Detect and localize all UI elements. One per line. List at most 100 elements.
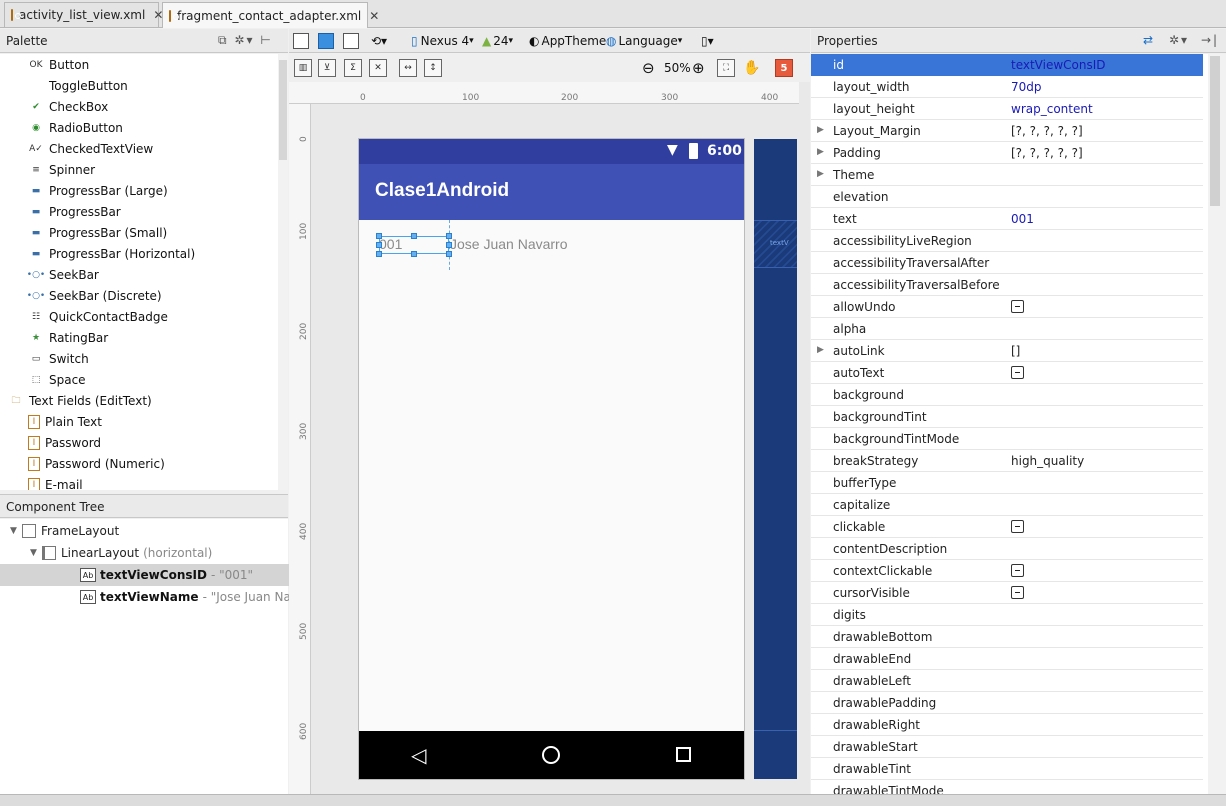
zoom-out-button[interactable]: ⊖ xyxy=(642,59,655,77)
sigma-icon[interactable]: Σ xyxy=(344,59,362,77)
expand-vertical-icon[interactable]: ↕ xyxy=(424,59,442,77)
palette-item[interactable]: I Password xyxy=(28,432,101,453)
property-row[interactable]: accessibilityTraversalBefore xyxy=(811,274,1203,296)
property-row[interactable]: capitalize xyxy=(811,494,1203,516)
property-row[interactable]: cursorVisible xyxy=(811,582,1203,604)
expand-horizontal-icon[interactable]: ↔ xyxy=(399,59,417,77)
property-row[interactable]: layout_width 70dp xyxy=(811,76,1203,98)
tab-fragment-contact-adapter[interactable]: fragment_contact_adapter.xml ✕ xyxy=(162,2,379,28)
property-row[interactable]: bufferType xyxy=(811,472,1203,494)
resize-handle[interactable] xyxy=(376,242,382,248)
property-row[interactable]: ▶ Padding [?, ?, ?, ?, ?] xyxy=(811,142,1203,164)
gear-icon[interactable]: ✲▾ xyxy=(1169,33,1189,47)
tree-node[interactable]: Ab textViewConsID - "001" xyxy=(0,564,338,586)
property-row[interactable]: text 001 xyxy=(811,208,1203,230)
collapse-icon[interactable]: ⧉ xyxy=(218,33,229,47)
expand-arrow-icon[interactable]: ▶ xyxy=(817,345,824,355)
palette-item[interactable]: ▬ ProgressBar (Large) xyxy=(28,180,168,201)
gear-icon[interactable]: ✲▾ xyxy=(234,33,254,47)
property-row[interactable]: ▶ autoLink [] xyxy=(811,340,1203,362)
properties-scrollbar-thumb[interactable] xyxy=(1210,56,1220,206)
property-row[interactable]: drawableStart xyxy=(811,736,1203,758)
property-row[interactable]: digits xyxy=(811,604,1203,626)
palette-item[interactable]: ▬ ProgressBar (Horizontal) xyxy=(28,243,195,264)
design-view-button[interactable] xyxy=(293,32,309,50)
property-value[interactable]: wrap_content xyxy=(1011,102,1093,116)
property-row[interactable]: drawablePadding xyxy=(811,692,1203,714)
tab-activity-list-view[interactable]: activity_list_view.xml ✕ xyxy=(4,2,163,27)
tree-node[interactable]: ▼ LinearLayout (horizontal) xyxy=(0,542,318,564)
property-row[interactable]: alpha xyxy=(811,318,1203,340)
tristate-checkbox[interactable] xyxy=(1011,586,1024,599)
property-row[interactable]: accessibilityTraversalAfter xyxy=(811,252,1203,274)
resize-handle[interactable] xyxy=(411,251,417,257)
resize-handle[interactable] xyxy=(376,251,382,257)
palette-item[interactable]: OK Button xyxy=(28,54,90,75)
tristate-checkbox[interactable] xyxy=(1011,520,1024,533)
palette-item[interactable]: I E-mail xyxy=(28,474,83,490)
resize-handle[interactable] xyxy=(446,242,452,248)
expand-arrow-icon[interactable]: ▶ xyxy=(817,147,824,157)
palette-item[interactable]: I Plain Text xyxy=(28,411,102,432)
swap-view-icon[interactable]: ⇄ xyxy=(1143,33,1155,47)
blueprint-preview[interactable]: textV xyxy=(754,139,797,779)
palette-item[interactable]: ✔ CheckBox xyxy=(28,96,108,117)
device-frame-button[interactable]: ▯▾ xyxy=(701,32,714,50)
property-row[interactable]: allowUndo xyxy=(811,296,1203,318)
property-row[interactable]: drawableRight xyxy=(811,714,1203,736)
property-row[interactable]: breakStrategy high_quality xyxy=(811,450,1203,472)
property-row[interactable]: background xyxy=(811,384,1203,406)
blueprint-view-button[interactable] xyxy=(318,32,334,50)
pan-hand-icon[interactable]: ✋ xyxy=(743,59,760,77)
property-row[interactable]: layout_height wrap_content xyxy=(811,98,1203,120)
property-row[interactable]: contextClickable xyxy=(811,560,1203,582)
palette-item[interactable]: •○• SeekBar xyxy=(27,264,99,285)
palette-item[interactable]: ▬ ProgressBar (Small) xyxy=(28,222,168,243)
property-value[interactable]: 70dp xyxy=(1011,80,1042,94)
resize-handle[interactable] xyxy=(446,233,452,239)
close-icon[interactable]: ✕ xyxy=(369,9,379,23)
palette-item[interactable]: ▭ Switch xyxy=(28,348,89,369)
palette-scrollbar-thumb[interactable] xyxy=(279,60,287,160)
property-row[interactable]: contentDescription xyxy=(811,538,1203,560)
palette-item[interactable]: ▬ ProgressBar xyxy=(28,201,121,222)
property-row[interactable]: id textViewConsID xyxy=(811,54,1203,76)
palette-item[interactable]: 🗀 Text Fields (EditText) xyxy=(8,390,151,411)
palette-item[interactable]: ◉ RadioButton xyxy=(28,117,123,138)
theme-selector[interactable]: ◐ AppTheme xyxy=(529,32,606,50)
property-row[interactable]: ▶ Theme xyxy=(811,164,1203,186)
palette-item[interactable]: ToggleButton xyxy=(28,75,128,96)
property-row[interactable]: drawableLeft xyxy=(811,670,1203,692)
resize-handle[interactable] xyxy=(376,233,382,239)
palette-item[interactable]: A✓ CheckedTextView xyxy=(28,138,153,159)
property-row[interactable]: drawableTint xyxy=(811,758,1203,780)
palette-item[interactable]: ☷ QuickContactBadge xyxy=(28,306,168,327)
api-selector[interactable]: ▲ 24 ▾ xyxy=(482,32,513,50)
resize-handle[interactable] xyxy=(411,233,417,239)
home-icon[interactable] xyxy=(542,746,560,764)
property-row[interactable]: ▶ Layout_Margin [?, ?, ?, ?, ?] xyxy=(811,120,1203,142)
property-row[interactable]: accessibilityLiveRegion xyxy=(811,230,1203,252)
palette-item[interactable]: ★ RatingBar xyxy=(28,327,108,348)
expand-arrow-icon[interactable]: ▼ xyxy=(10,526,22,536)
device-selector[interactable]: ▯ Nexus 4 ▾ xyxy=(411,32,474,50)
pin-icon[interactable]: ⊢ xyxy=(260,33,272,47)
property-value[interactable]: [] xyxy=(1011,344,1020,358)
expand-arrow-icon[interactable]: ▼ xyxy=(30,548,42,558)
layout-grid-icon[interactable]: ▥ xyxy=(294,59,312,77)
tree-node[interactable]: ▼ FrameLayout xyxy=(0,520,298,542)
tree-node[interactable]: Ab textViewName - "Jose Juan Navarro" xyxy=(0,586,338,608)
property-row[interactable]: drawableEnd xyxy=(811,648,1203,670)
clear-icon[interactable]: ✕ xyxy=(369,59,387,77)
palette-item[interactable]: I Password (Numeric) xyxy=(28,453,165,474)
tristate-checkbox[interactable] xyxy=(1011,564,1024,577)
preview-text-name[interactable]: Jose Juan Navarro xyxy=(450,236,568,252)
zoom-in-button[interactable]: ⊕ xyxy=(692,59,705,77)
property-row[interactable]: clickable xyxy=(811,516,1203,538)
language-selector[interactable]: ◍ Language ▾ xyxy=(606,32,682,50)
palette-item[interactable]: ≡ Spinner xyxy=(28,159,95,180)
fit-screen-icon[interactable]: ⛶ xyxy=(717,59,735,77)
palette-item[interactable]: ⬚ Space xyxy=(28,369,86,390)
tristate-checkbox[interactable] xyxy=(1011,300,1024,313)
tristate-checkbox[interactable] xyxy=(1011,366,1024,379)
